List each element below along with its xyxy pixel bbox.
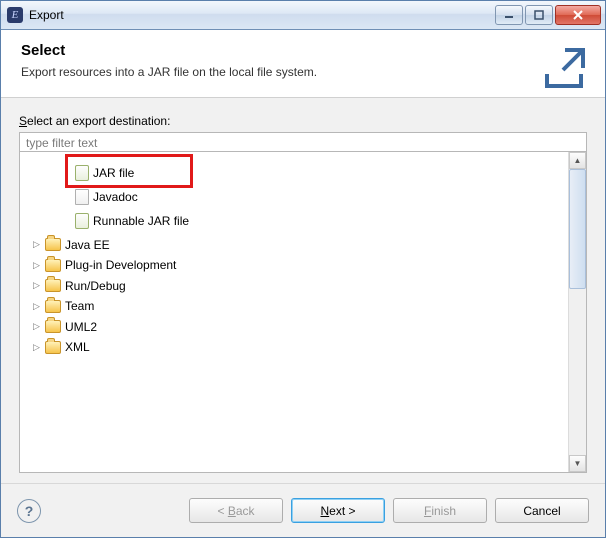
expander-icon[interactable]: ▷ bbox=[32, 260, 41, 271]
filter-input[interactable]: type filter text bbox=[19, 132, 587, 152]
jar-icon bbox=[75, 213, 89, 229]
expander-icon[interactable]: ▷ bbox=[32, 321, 41, 332]
scroll-thumb[interactable] bbox=[569, 169, 586, 289]
folder-icon bbox=[45, 259, 61, 272]
expander-icon[interactable]: ▷ bbox=[32, 280, 41, 291]
expander-icon[interactable]: ▷ bbox=[32, 239, 41, 250]
tree-item-label: Javadoc bbox=[93, 190, 138, 204]
finish-button[interactable]: Finish bbox=[393, 498, 487, 523]
tree-item-label: Runnable JAR file bbox=[93, 214, 189, 228]
tree-item-run-debug[interactable]: ▷ Run/Debug bbox=[30, 278, 128, 294]
titlebar[interactable]: E Export bbox=[1, 1, 605, 30]
tree-item-jar-file[interactable]: JAR file bbox=[60, 164, 136, 182]
folder-icon bbox=[45, 300, 61, 313]
page-description: Export resources into a JAR file on the … bbox=[21, 65, 585, 79]
tree-item-label: XML bbox=[65, 340, 90, 354]
back-button[interactable]: < Back bbox=[189, 498, 283, 523]
destination-label: Select an export destination: bbox=[19, 114, 587, 128]
tree-item-label: Team bbox=[65, 299, 94, 313]
expander-icon[interactable]: ▷ bbox=[32, 342, 41, 353]
maximize-button[interactable] bbox=[525, 5, 553, 25]
wizard-header: Select Export resources into a JAR file … bbox=[1, 30, 605, 98]
folder-icon bbox=[45, 341, 61, 354]
tree-item-java-ee[interactable]: ▷ Java EE bbox=[30, 237, 112, 253]
cancel-button[interactable]: Cancel bbox=[495, 498, 589, 523]
folder-icon bbox=[45, 238, 61, 251]
export-tree: JAR file Javadoc Runnable JAR file ▷ Java EE… bbox=[19, 152, 587, 473]
tree-item-label: Plug-in Development bbox=[65, 258, 176, 272]
tree-item-uml2[interactable]: ▷ UML2 bbox=[30, 319, 99, 335]
scrollbar[interactable]: ▲ ▼ bbox=[568, 152, 586, 472]
tree-item-label: JAR file bbox=[93, 166, 134, 180]
jar-icon bbox=[75, 165, 89, 181]
scroll-track[interactable] bbox=[569, 289, 586, 455]
window-title: Export bbox=[29, 8, 495, 22]
tree-item-plug-in-development[interactable]: ▷ Plug-in Development bbox=[30, 257, 178, 273]
tree-item-runnable-jar-file[interactable]: Runnable JAR file bbox=[60, 212, 191, 230]
window-controls bbox=[495, 5, 601, 25]
expander-icon[interactable]: ▷ bbox=[32, 301, 41, 312]
document-icon bbox=[75, 189, 89, 205]
page-title: Select bbox=[21, 42, 585, 59]
wizard-body: Select an export destination: type filte… bbox=[1, 98, 605, 483]
export-icon bbox=[541, 44, 587, 93]
scroll-up-button[interactable]: ▲ bbox=[569, 152, 586, 169]
next-button[interactable]: Next > bbox=[291, 498, 385, 523]
wizard-footer: ? < Back Next > Finish Cancel bbox=[1, 483, 605, 537]
export-wizard-window: E Export Select Export resources into a … bbox=[0, 0, 606, 538]
scroll-down-button[interactable]: ▼ bbox=[569, 455, 586, 472]
help-button[interactable]: ? bbox=[17, 499, 41, 523]
app-icon: E bbox=[7, 7, 23, 23]
close-button[interactable] bbox=[555, 5, 601, 25]
tree-item-label: Run/Debug bbox=[65, 279, 126, 293]
tree-item-label: UML2 bbox=[65, 320, 97, 334]
tree-item-javadoc[interactable]: Javadoc bbox=[60, 188, 140, 206]
tree-item-xml[interactable]: ▷ XML bbox=[30, 339, 92, 355]
tree-item-label: Java EE bbox=[65, 238, 110, 252]
folder-icon bbox=[45, 279, 61, 292]
minimize-button[interactable] bbox=[495, 5, 523, 25]
tree-item-team[interactable]: ▷ Team bbox=[30, 298, 96, 314]
folder-icon bbox=[45, 320, 61, 333]
